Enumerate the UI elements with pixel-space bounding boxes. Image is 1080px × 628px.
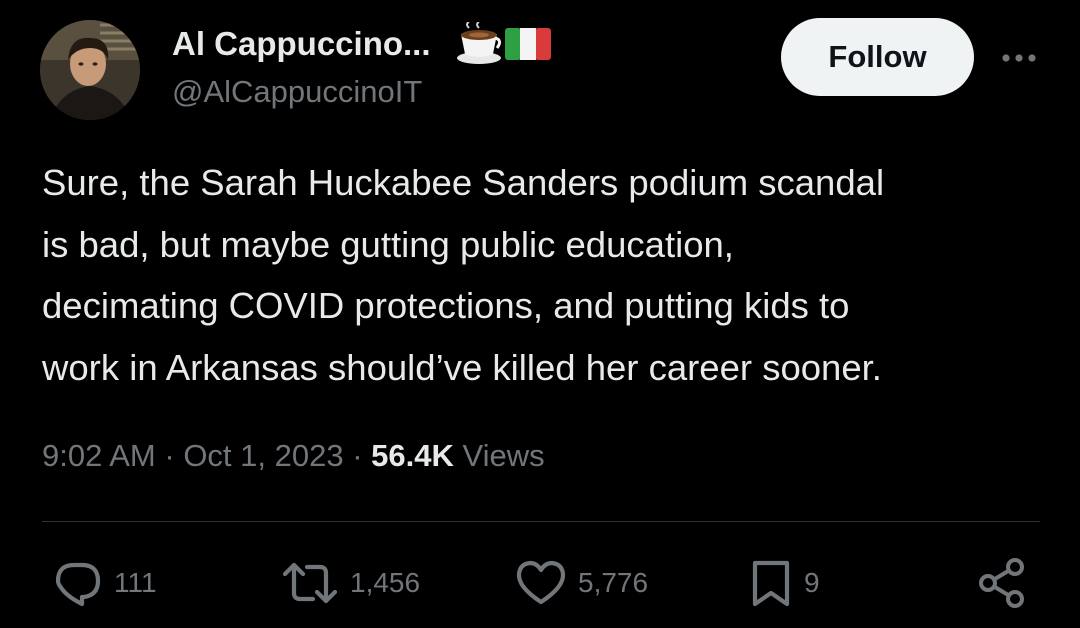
- tweet-card: Al Cappuccino... @AlCappuccinoIT Follow: [0, 0, 1080, 628]
- repost-count: 1,456: [350, 567, 421, 598]
- meta-separator: ·: [155, 438, 184, 473]
- views-count: 56.4K: [371, 438, 454, 473]
- author-display-name[interactable]: Al Cappuccino...: [172, 24, 431, 64]
- share-icon: [979, 558, 1024, 608]
- share-button[interactable]: [974, 556, 1030, 610]
- repost-icon: [282, 562, 338, 604]
- reply-button[interactable]: 111: [52, 556, 157, 610]
- bookmark-icon: [752, 560, 790, 607]
- avatar[interactable]: [40, 20, 140, 120]
- more-horizontal-icon: [1002, 54, 1036, 62]
- reply-icon: [55, 562, 101, 607]
- avatar-image: [40, 20, 140, 120]
- author-handle[interactable]: @AlCappuccinoIT: [172, 73, 422, 111]
- bookmark-count: 9: [804, 567, 820, 598]
- like-button[interactable]: 5,776: [514, 556, 648, 610]
- heart-icon: [516, 560, 566, 605]
- reply-count: 111: [114, 567, 157, 598]
- tweet-text: Sure, the Sarah Huckabee Sanders podium …: [42, 162, 885, 388]
- tweet-meta: 9:02 AM · Oct 1, 2023 · 56.4K Views: [42, 434, 545, 478]
- divider: [42, 521, 1040, 522]
- views-label: Views: [462, 438, 545, 473]
- tweet-date[interactable]: Oct 1, 2023: [183, 438, 343, 473]
- meta-separator: ·: [343, 438, 372, 473]
- tweet-time[interactable]: 9:02 AM: [42, 438, 156, 473]
- italian-flag-icon: [505, 28, 551, 65]
- repost-button[interactable]: 1,456: [280, 556, 420, 610]
- more-options-button[interactable]: [996, 40, 1042, 76]
- like-count: 5,776: [578, 567, 649, 598]
- follow-button-label: Follow: [828, 39, 927, 74]
- follow-button[interactable]: Follow: [781, 18, 974, 96]
- bookmark-button[interactable]: 9: [748, 556, 820, 610]
- coffee-cup-icon: [455, 21, 503, 71]
